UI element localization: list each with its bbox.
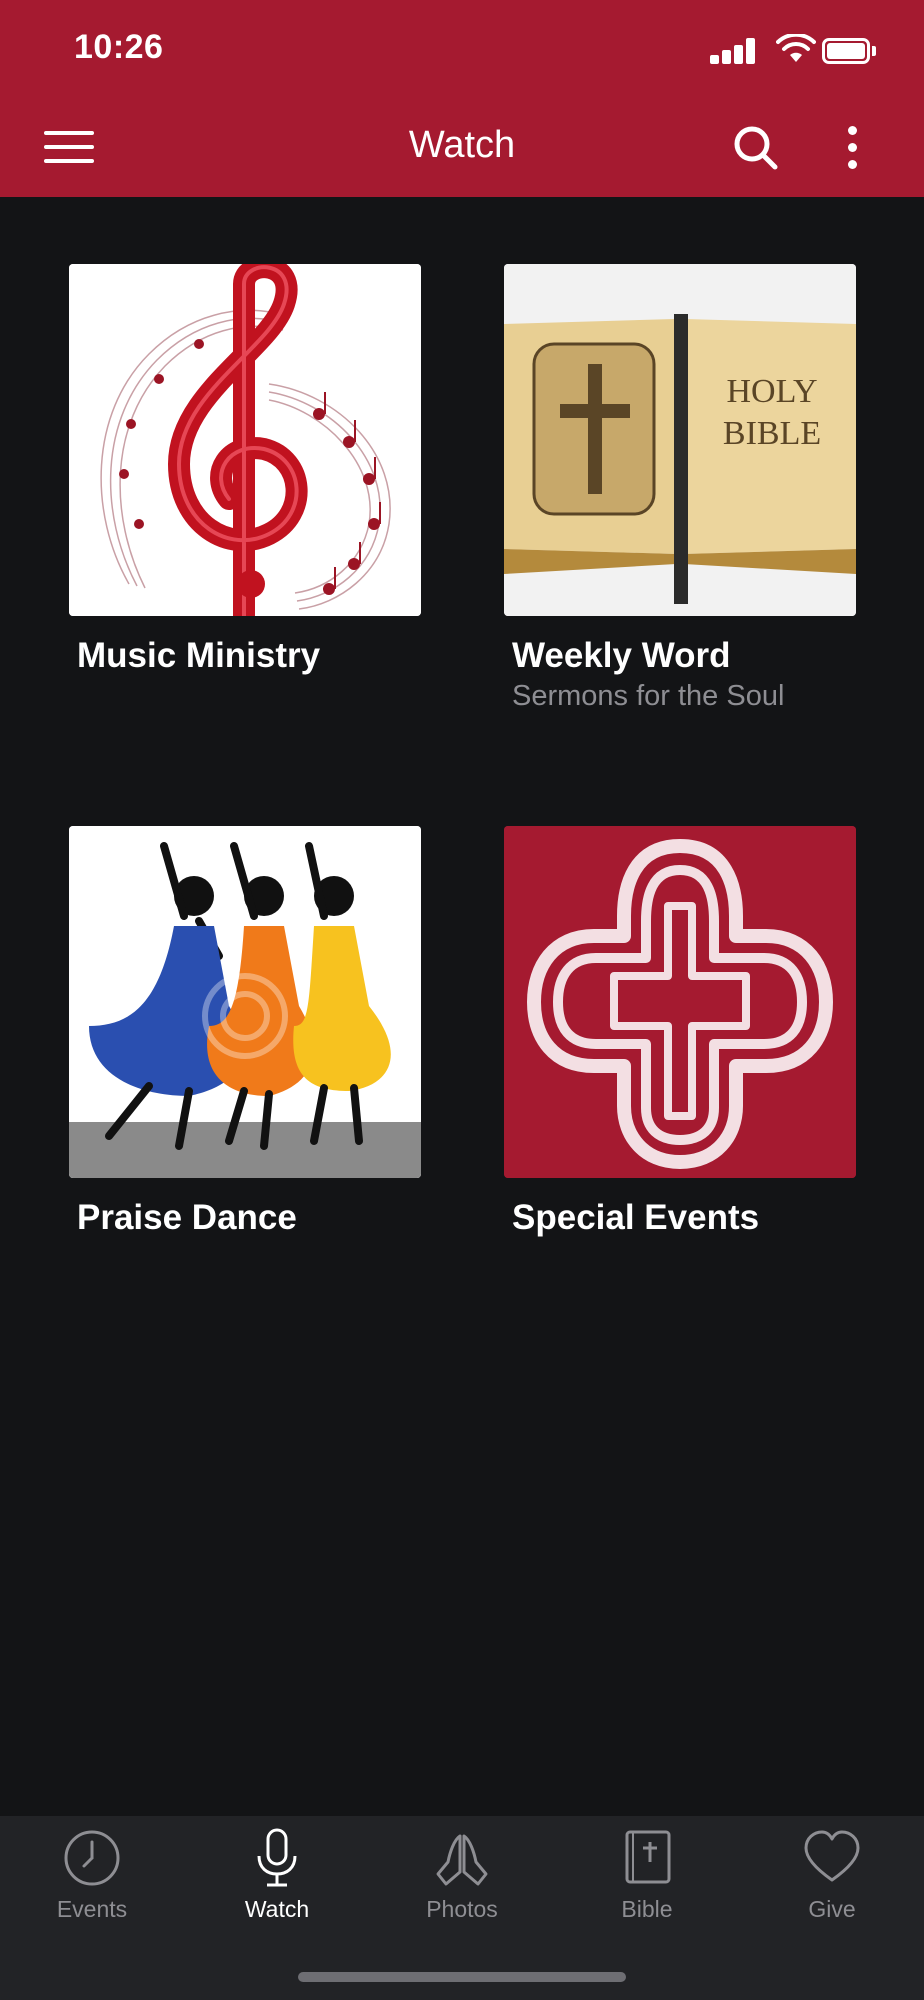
tile-title: Music Ministry (77, 636, 321, 675)
tab-watch[interactable]: Watch (185, 1816, 369, 1936)
special-events-image (504, 826, 856, 1178)
status-icons (670, 34, 890, 68)
praying-hands-icon (436, 1834, 488, 1886)
tab-label: Bible (621, 1896, 673, 1922)
tile-music-ministry[interactable]: Music Ministry (69, 264, 421, 676)
tile-title: Weekly Word (512, 636, 731, 675)
tab-photos[interactable]: Photos (370, 1816, 554, 1936)
tile-special-events[interactable]: Special Events (504, 826, 856, 1238)
praise-dance-image (69, 826, 421, 1178)
search-icon[interactable] (728, 120, 784, 176)
more-vertical-icon[interactable] (838, 122, 868, 174)
battery-icon (822, 38, 876, 64)
tab-label: Watch (244, 1896, 310, 1922)
weekly-word-image: HOLY BIBLE (504, 264, 856, 616)
microphone-icon (257, 1828, 297, 1887)
bible-book-icon (625, 1830, 671, 1884)
tile-title: Praise Dance (77, 1198, 297, 1237)
clock-icon (64, 1830, 120, 1886)
tile-praise-dance[interactable]: Praise Dance (69, 826, 421, 1238)
tab-label: Events (56, 1896, 128, 1922)
holy-text: HOLY (726, 373, 817, 410)
bible-text: BIBLE (723, 415, 821, 452)
tile-subtitle: Sermons for the Soul (512, 680, 785, 712)
tab-label: Give (808, 1896, 856, 1922)
tile-weekly-word[interactable]: HOLY BIBLE Weekly Word Sermons for the S… (504, 264, 856, 713)
tile-title: Special Events (512, 1198, 760, 1237)
music-ministry-image (69, 264, 421, 616)
heart-icon (804, 1830, 860, 1882)
tab-events[interactable]: Events (0, 1816, 184, 1936)
wifi-icon (776, 34, 816, 62)
cellular-signal-icon (710, 38, 758, 64)
tab-give[interactable]: Give (740, 1816, 924, 1936)
tab-label: Photos (426, 1896, 498, 1922)
home-indicator (298, 1972, 626, 1982)
page-title: Watch (408, 124, 516, 166)
status-time: 10:26 (74, 28, 164, 66)
tab-bible[interactable]: Bible (555, 1816, 739, 1936)
app-header: 10:26 Watch (0, 0, 924, 197)
